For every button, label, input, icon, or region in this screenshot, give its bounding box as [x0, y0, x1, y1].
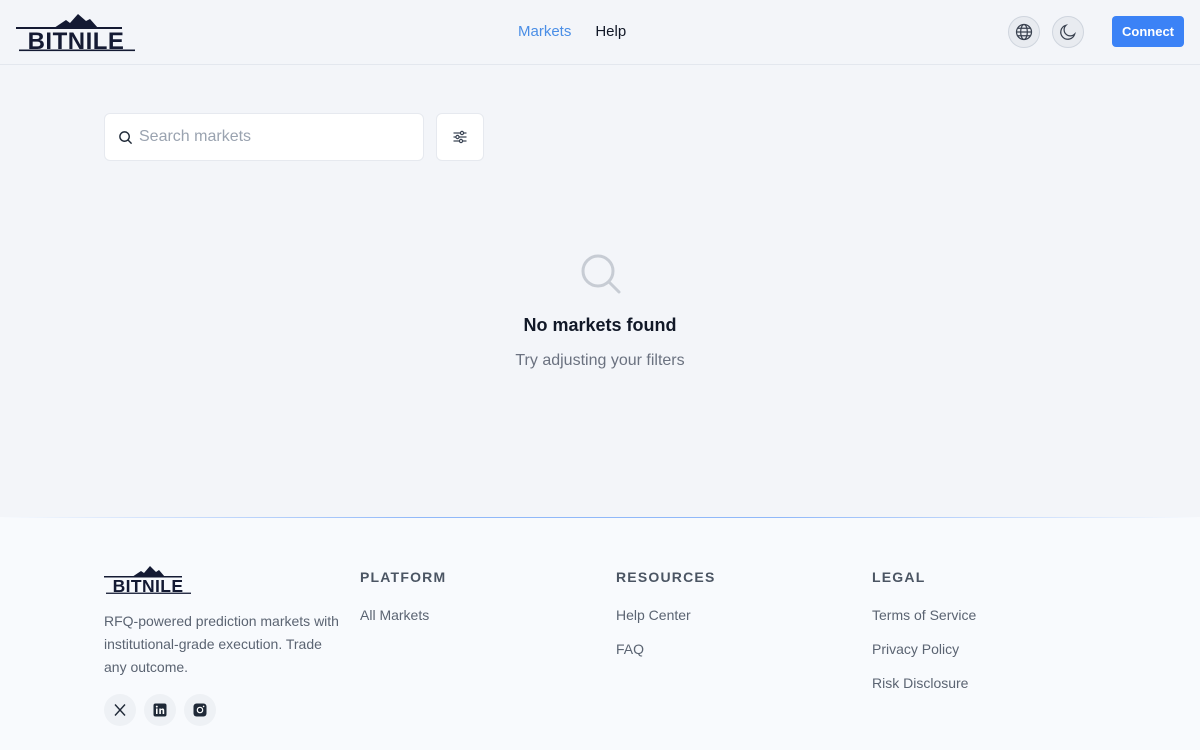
footer-description: RFQ-powered prediction markets with inst…	[104, 613, 339, 675]
instagram-social-link[interactable]	[184, 694, 216, 726]
x-icon	[114, 704, 126, 716]
bitnile-logo[interactable]: BITNILE	[16, 12, 136, 52]
empty-state-subtitle: Try adjusting your filters	[515, 352, 685, 369]
help-center-link[interactable]: Help Center	[616, 607, 691, 623]
terms-of-service-link[interactable]: Terms of Service	[872, 607, 976, 623]
connect-button[interactable]: Connect	[1112, 16, 1184, 47]
svg-text:BITNILE: BITNILE	[28, 28, 125, 52]
sliders-icon	[453, 130, 467, 144]
footer-divider	[0, 517, 1200, 518]
faq-link[interactable]: FAQ	[616, 641, 644, 657]
linkedin-icon	[153, 703, 167, 717]
top-header: BITNILE Markets Help Connect	[0, 0, 1200, 65]
platform-heading: PLATFORM	[360, 569, 447, 585]
nav-help[interactable]: Help	[595, 23, 626, 41]
empty-state-title: No markets found	[523, 315, 677, 335]
search-input[interactable]	[139, 114, 419, 160]
main-nav: Markets Help	[518, 23, 626, 41]
footer: BITNILE RFQ-powered prediction markets w…	[0, 517, 1200, 750]
resources-heading: RESOURCES	[616, 569, 716, 585]
footer-bitnile-logo[interactable]: BITNILE	[104, 565, 192, 595]
search-container	[104, 113, 424, 161]
nav-markets[interactable]: Markets	[518, 23, 571, 41]
risk-disclosure-link[interactable]: Risk Disclosure	[872, 675, 968, 691]
moon-icon	[1060, 24, 1076, 40]
theme-toggle-button[interactable]	[1052, 16, 1084, 48]
search-icon	[119, 131, 133, 145]
empty-state-search-icon	[581, 254, 621, 294]
privacy-policy-link[interactable]: Privacy Policy	[872, 641, 959, 657]
svg-text:BITNILE: BITNILE	[113, 576, 184, 595]
legal-heading: LEGAL	[872, 569, 926, 585]
x-social-link[interactable]	[104, 694, 136, 726]
all-markets-link[interactable]: All Markets	[360, 607, 429, 623]
filter-button[interactable]	[436, 113, 484, 161]
instagram-icon	[193, 703, 207, 717]
linkedin-social-link[interactable]	[144, 694, 176, 726]
globe-icon	[1015, 23, 1033, 41]
language-button[interactable]	[1008, 16, 1040, 48]
